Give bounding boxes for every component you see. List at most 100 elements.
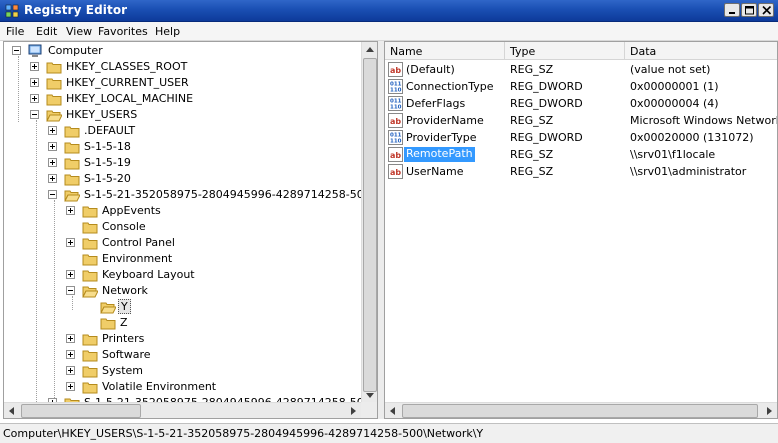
value-data: (value not set) [630,63,711,76]
tree-label: Environment [102,252,173,265]
tree-node-z[interactable]: Z [4,315,361,331]
value-name: ProviderName [406,114,484,127]
tree-node-s-1-5-18[interactable]: S-1-5-18 [4,139,361,155]
scroll-left-icon[interactable] [4,403,20,419]
scroll-down-icon[interactable] [362,387,378,403]
value-data: \\srv01\f1locale [630,148,716,161]
list-header: Name Type Data [385,42,777,60]
binary-value-icon: 011110 [388,96,403,111]
tree-node-volatile-environment[interactable]: Volatile Environment [4,379,361,395]
menu-favorites[interactable]: Favorites [98,25,148,38]
svg-text:ab: ab [390,66,401,75]
scroll-corner [361,402,377,418]
close-icon [762,6,772,15]
value-name: (Default) [406,63,455,76]
folder-icon [82,350,98,362]
status-bar: Computer\HKEY_USERS\S-1-5-21-352058975-2… [0,423,778,443]
folder-icon [82,382,98,394]
tree-label: Z [120,316,128,329]
folder-icon [46,94,62,106]
tree-label: HKEY_LOCAL_MACHINE [66,92,194,105]
maximize-button[interactable] [741,3,757,17]
tree-scroll-thumb[interactable] [363,58,377,392]
column-header-type[interactable]: Type [505,42,625,60]
tree-node-s-1-5-19[interactable]: S-1-5-19 [4,155,361,171]
folder-icon [100,318,116,330]
tree-label: HKEY_CLASSES_ROOT [66,60,188,73]
value-type: REG_DWORD [510,97,583,110]
scroll-left-icon[interactable] [385,403,401,419]
title-bar: Registry Editor [0,0,778,22]
open-folder-icon [46,110,62,122]
value-row-selected[interactable]: ab RemotePath REG_SZ \\srv01\f1locale [385,146,763,163]
folder-icon [82,222,98,234]
value-type: REG_SZ [510,148,554,161]
value-row[interactable]: 011 110 ConnectionType REG_DWORD 0x000000… [385,78,763,95]
tree-node-software[interactable]: Software [4,347,361,363]
value-name: ConnectionType [406,80,494,93]
scroll-right-icon[interactable] [761,403,777,419]
folder-icon [64,174,80,186]
menu-help[interactable]: Help [155,25,180,38]
scroll-right-icon[interactable] [345,403,361,419]
menu-file[interactable]: File [6,25,24,38]
tree-node-control-panel[interactable]: Control Panel [4,235,361,251]
binary-value-icon: 011110 [388,79,403,94]
tree-node-hkey-users[interactable]: HKEY_USERS [4,107,361,123]
value-row[interactable]: 011 110 DeferFlags REG_DWORD 0x00000004 (… [385,95,763,112]
column-header-data[interactable]: Data [625,42,777,60]
registry-tree[interactable]: Computer HKEY_CLASSES_ROOT HKEY_CURRENT_… [3,41,378,419]
tree-horizontal-scrollbar[interactable] [4,402,361,418]
values-list[interactable]: Name Type Data ab (Default) REG_SZ (valu… [384,41,778,419]
tree-node-hkey-local-machine[interactable]: HKEY_LOCAL_MACHINE [4,91,361,107]
tree-label: .DEFAULT [84,124,136,137]
tree-node-keyboard-layout[interactable]: Keyboard Layout [4,267,361,283]
value-row[interactable]: ab UserName REG_SZ \\srv01\administrator [385,163,763,180]
column-header-name[interactable]: Name [385,42,505,60]
tree-vertical-scrollbar[interactable] [361,42,377,403]
tree-node-system[interactable]: System [4,363,361,379]
tree-node-computer[interactable]: Computer [4,43,361,59]
close-button[interactable] [758,3,774,17]
value-row[interactable]: 011 110 ProviderType REG_DWORD 0x00020000… [385,129,763,146]
folder-icon [82,206,98,218]
tree-node-y[interactable]: Y [4,299,361,315]
tree-node-printers[interactable]: Printers [4,331,361,347]
window-title: Registry Editor [24,3,128,17]
tree-node-s-1-5-20[interactable]: S-1-5-20 [4,171,361,187]
tree-label: HKEY_CURRENT_USER [66,76,189,89]
value-type: REG_DWORD [510,131,583,144]
tree-node-hkey-current-user[interactable]: HKEY_CURRENT_USER [4,75,361,91]
list-hscroll-thumb[interactable] [402,404,758,418]
scroll-up-icon[interactable] [362,42,378,58]
string-value-icon: ab [388,164,403,179]
svg-text:110: 110 [390,139,402,145]
tree-node-hkey-classes-root[interactable]: HKEY_CLASSES_ROOT [4,59,361,75]
maximize-icon [745,6,754,15]
folder-icon [64,126,80,138]
value-row[interactable]: ab (Default) REG_SZ (value not set) [385,61,763,78]
list-horizontal-scrollbar[interactable] [385,402,777,418]
svg-text:110: 110 [390,105,402,111]
tree-label: S-1-5-21-352058975-2804945996-4289714258… [84,188,371,201]
menu-edit[interactable]: Edit [36,25,57,38]
open-folder-icon [100,302,116,314]
minimize-button[interactable] [724,3,740,17]
open-folder-icon [82,286,98,298]
tree-node-default[interactable]: .DEFAULT [4,123,361,139]
tree-node-appevents[interactable]: AppEvents [4,203,361,219]
menu-view[interactable]: View [66,25,92,38]
tree-hscroll-thumb[interactable] [21,404,141,418]
folder-icon [64,158,80,170]
value-type: REG_DWORD [510,80,583,93]
tree-node-network[interactable]: Network [4,283,361,299]
value-data: \\srv01\administrator [630,165,747,178]
tree-node-console[interactable]: Console [4,219,361,235]
string-value-icon: ab [388,113,403,128]
tree-label: Computer [48,44,103,57]
tree-node-environment[interactable]: Environment [4,251,361,267]
tree-node-user-sid[interactable]: S-1-5-21-352058975-2804945996-4289714258… [4,187,371,203]
tree-label: Control Panel [102,236,175,249]
value-row[interactable]: ab ProviderName REG_SZ Microsoft Windows… [385,112,777,129]
value-data: 0x00020000 (131072) [630,131,754,144]
